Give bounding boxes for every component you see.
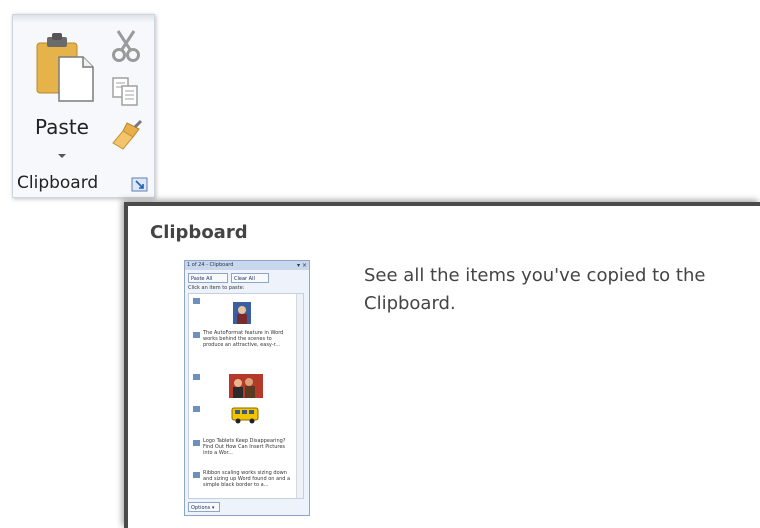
copy-icon: [112, 77, 138, 106]
preview-paste-all-button: Paste All: [188, 273, 228, 283]
paintbrush-icon: [112, 119, 143, 150]
tooltip-title: Clipboard: [150, 222, 248, 243]
page: Paste Clipboard Clipboard 1 of 24 - Clip…: [0, 0, 760, 528]
preview-picture-person: [233, 302, 251, 324]
preview-picture-group: [229, 374, 263, 398]
preview-item-icon: [193, 440, 200, 446]
preview-header-text: 1 of 24 - Clipboard: [187, 262, 234, 268]
tooltip-description: See all the items you've copied to the C…: [364, 265, 706, 314]
scissors-icon: [112, 30, 140, 62]
clipboard-ribbon-group: Paste Clipboard: [12, 14, 155, 198]
preview-text-item: The AutoFormat feature in Word works beh…: [203, 330, 284, 348]
copy-button[interactable]: [109, 75, 143, 109]
preview-text-item: Logo Tablets Keep Disappearing? Find Out…: [203, 438, 286, 456]
ribbon-top-shade: [13, 15, 154, 23]
preview-item-icon: [193, 406, 200, 412]
clipboard-group-label: Clipboard: [17, 173, 99, 193]
preview-item-icon: [193, 332, 200, 338]
preview-text-item: Ribbon scaling works sizing down and siz…: [203, 470, 291, 488]
cut-button[interactable]: [109, 29, 143, 63]
format-painter-button[interactable]: [109, 119, 143, 153]
preview-hint: Click an item to paste:: [188, 285, 245, 291]
clipboard-tooltip: Clipboard 1 of 24 - Clipboard ▾ × Paste …: [124, 202, 760, 528]
dialog-launcher-icon[interactable]: [131, 177, 149, 193]
preview-picture-bus: [229, 404, 263, 426]
preview-item-icon: [193, 298, 200, 304]
preview-close-icon: ▾ ×: [297, 262, 307, 269]
preview-scrollbar: [296, 294, 303, 498]
preview-item-icon: [193, 374, 200, 380]
preview-options-button: Options ▾: [188, 502, 220, 512]
preview-item-icon: [193, 472, 200, 478]
paste-clipboard-icon: [36, 33, 94, 102]
paste-dropdown-arrow-icon[interactable]: [55, 151, 69, 161]
paste-label: Paste: [35, 115, 89, 139]
paste-button[interactable]: Paste: [21, 29, 107, 175]
clipboard-pane-preview: 1 of 24 - Clipboard ▾ × Paste All Clear …: [184, 260, 310, 516]
preview-header: 1 of 24 - Clipboard: [185, 261, 309, 270]
preview-clear-all-button: Clear All: [231, 273, 269, 283]
preview-item-list: The AutoFormat feature in Word works beh…: [188, 293, 304, 499]
